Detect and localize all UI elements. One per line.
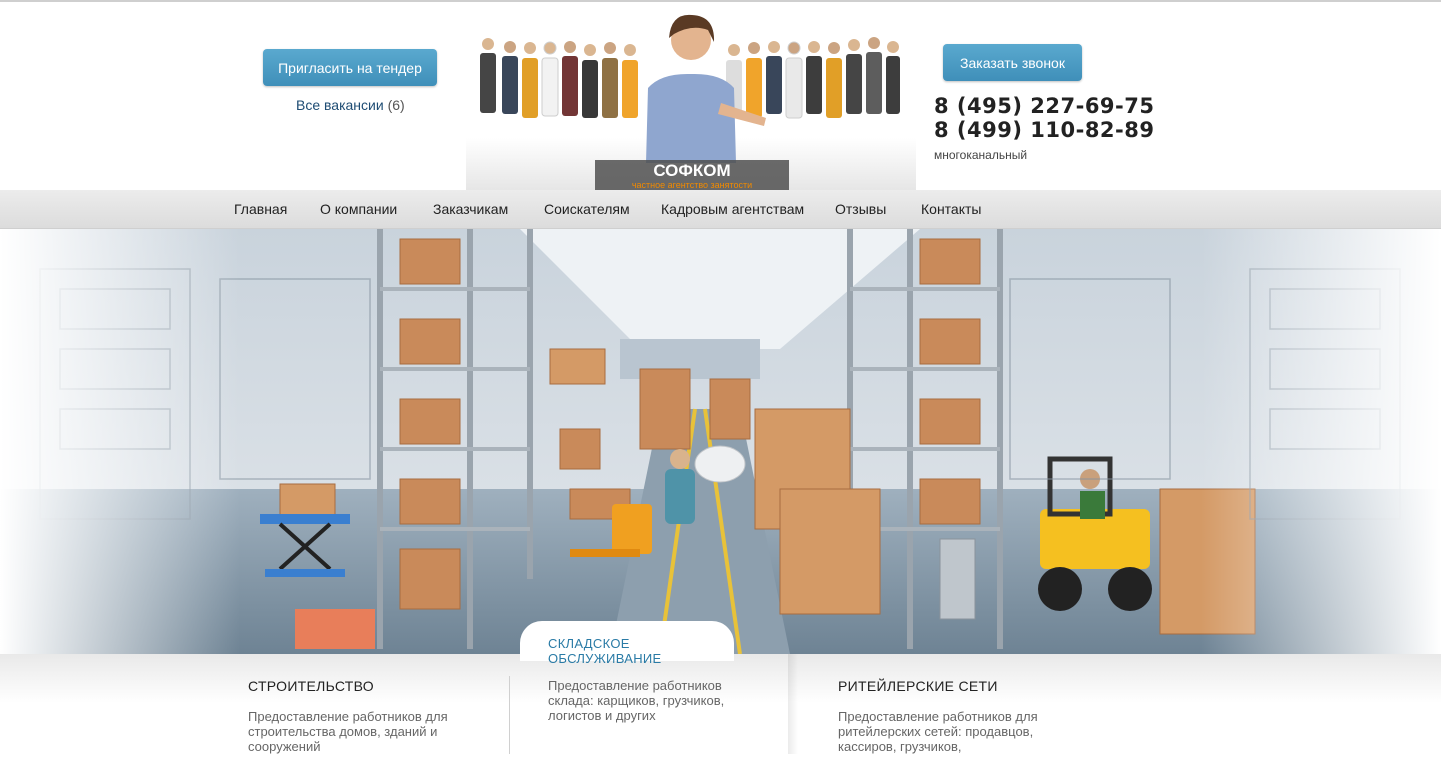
phone-note: многоканальный (934, 148, 1028, 162)
brand-tagline: частное агентство занятости (631, 180, 753, 190)
phone-block: 8 (495) 227-69-75 8 (499) 110-82-89 мног… (934, 94, 1154, 162)
service-warehouse-title-line-1[interactable]: СКЛАДСКОЕ (548, 636, 662, 651)
vacancies-count: (6) (387, 97, 405, 113)
invite-tender-button[interactable]: Пригласить на тендер (263, 49, 437, 86)
service-construction-text-1: Предоставление работников для (248, 709, 448, 724)
order-call-button[interactable]: Заказать звонок (943, 44, 1082, 81)
service-retail-title[interactable]: РИТЕЙЛЕРСКИЕ СЕТИ (838, 678, 998, 694)
service-retail-text-2: ритейлерских сетей: продавцов, (838, 724, 1034, 739)
phone-number-2: 8 (499) 110-82-89 (934, 118, 1155, 142)
nav-item-clients[interactable]: Заказчикам (433, 201, 508, 217)
main-navigation: Главная О компании Заказчикам Соискателя… (0, 190, 1441, 229)
phone-number-1: 8 (495) 227-69-75 (934, 94, 1155, 118)
nav-item-contacts[interactable]: Контакты (921, 201, 981, 217)
service-retail-text-1: Предоставление работников для (838, 709, 1038, 724)
service-warehouse-text-1: Предоставление работников (548, 678, 722, 693)
nav-item-reviews[interactable]: Отзывы (835, 201, 886, 217)
all-vacancies-link[interactable]: Все вакансии (6) (296, 97, 405, 113)
services-panel (0, 654, 1441, 777)
service-warehouse-title-line-2[interactable]: ОБСЛУЖИВАНИЕ (548, 651, 662, 666)
card-divider (509, 676, 510, 754)
nav-item-about[interactable]: О компании (320, 201, 397, 217)
card-divider-shade (788, 654, 798, 754)
service-warehouse-text-2: склада: карщиков, грузчиков, (548, 693, 725, 708)
service-warehouse-text-3: логистов и других (548, 708, 656, 723)
vacancies-label[interactable]: Все вакансии (296, 97, 384, 113)
brand-logo[interactable]: СОФКОМ частное агентство занятости (595, 160, 789, 190)
service-retail-text-3: кассиров, грузчиков, (838, 739, 962, 754)
nav-item-home[interactable]: Главная (234, 201, 287, 217)
service-construction-title[interactable]: СТРОИТЕЛЬСТВО (248, 678, 374, 694)
service-construction-text-3: сооружений (248, 739, 321, 754)
nav-item-applicants[interactable]: Соискателям (544, 201, 630, 217)
nav-item-agencies[interactable]: Кадровым агентствам (661, 201, 804, 217)
service-warehouse-title[interactable]: СКЛАДСКОЕ ОБСЛУЖИВАНИЕ (548, 636, 662, 666)
brand-name: СОФКОМ (653, 161, 731, 180)
service-construction-text-2: строительства домов, зданий и (248, 724, 438, 739)
warehouse-hero-image (0, 229, 1441, 654)
